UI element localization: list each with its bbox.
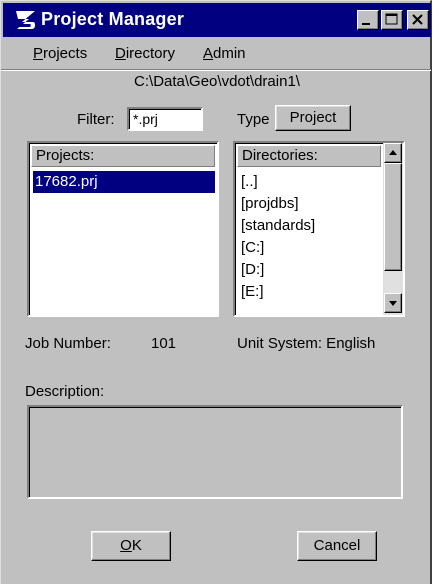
menu-directory-label: irectory bbox=[125, 45, 176, 62]
app-logo-icon bbox=[16, 11, 36, 29]
minimize-button[interactable] bbox=[357, 10, 379, 30]
menu-directory[interactable]: Directory bbox=[115, 45, 175, 62]
filter-input[interactable]: *.prj bbox=[127, 107, 203, 131]
menu-projects-label: rojects bbox=[43, 45, 88, 62]
type-label: Type bbox=[237, 111, 270, 128]
menu-admin-key: A bbox=[203, 45, 214, 62]
directories-list-header: Directories: bbox=[237, 145, 381, 167]
description-label: Description: bbox=[25, 383, 105, 400]
unit-system-text: Unit System: English bbox=[237, 335, 376, 352]
projects-list-header: Projects: bbox=[31, 145, 215, 167]
menu-directory-key: D bbox=[115, 45, 126, 62]
minimize-icon bbox=[362, 23, 370, 25]
menu-admin[interactable]: Admin bbox=[203, 45, 246, 62]
directories-list[interactable]: Directories: [..] [projdbs] [standards] … bbox=[233, 141, 405, 317]
directory-item[interactable]: [projdbs] bbox=[239, 193, 299, 215]
title-bar[interactable]: Project Manager bbox=[3, 3, 431, 37]
job-number-label: Job Number: bbox=[25, 335, 111, 352]
menu-admin-label: dmin bbox=[213, 45, 246, 62]
job-number-value: 101 bbox=[151, 335, 177, 352]
cancel-button[interactable]: Cancel bbox=[297, 531, 377, 561]
projects-list[interactable]: Projects: 17682.prj bbox=[27, 141, 219, 317]
type-project-button[interactable]: Project bbox=[275, 105, 351, 131]
maximize-icon bbox=[385, 13, 398, 25]
directory-item[interactable]: [D:] bbox=[239, 259, 264, 281]
directory-item[interactable]: [C:] bbox=[239, 237, 264, 259]
ok-button-label: K bbox=[131, 537, 142, 554]
project-item-0[interactable]: 17682.prj bbox=[33, 171, 215, 193]
ok-button-key: O bbox=[120, 537, 132, 554]
ok-button[interactable]: OK bbox=[91, 531, 171, 561]
filter-value: *.prj bbox=[133, 111, 158, 127]
scroll-down-button[interactable] bbox=[384, 293, 402, 313]
directories-scrollbar[interactable] bbox=[383, 143, 403, 315]
arrow-down-icon bbox=[389, 301, 397, 306]
menu-projects[interactable]: Projects bbox=[33, 45, 87, 62]
menu-bar: Projects Directory Admin bbox=[3, 39, 431, 67]
window-title: Project Manager bbox=[41, 9, 185, 29]
scroll-up-button[interactable] bbox=[384, 143, 402, 163]
current-path: C:\Data\Geo\vdot\drain1\ bbox=[134, 73, 300, 90]
project-manager-window: Project Manager Projects Directory Admin… bbox=[0, 0, 432, 584]
filter-label: Filter: bbox=[77, 111, 115, 128]
maximize-button[interactable] bbox=[381, 10, 403, 30]
directory-item[interactable]: [E:] bbox=[239, 281, 264, 303]
close-icon bbox=[412, 14, 423, 25]
scroll-thumb[interactable] bbox=[384, 163, 402, 271]
arrow-up-icon bbox=[389, 150, 397, 155]
menu-divider bbox=[1, 69, 431, 71]
directory-item[interactable]: [..] bbox=[239, 171, 258, 193]
menu-projects-key: P bbox=[33, 45, 44, 62]
description-field[interactable] bbox=[27, 405, 403, 499]
close-button[interactable] bbox=[407, 10, 429, 30]
directory-item[interactable]: [standards] bbox=[239, 215, 315, 237]
